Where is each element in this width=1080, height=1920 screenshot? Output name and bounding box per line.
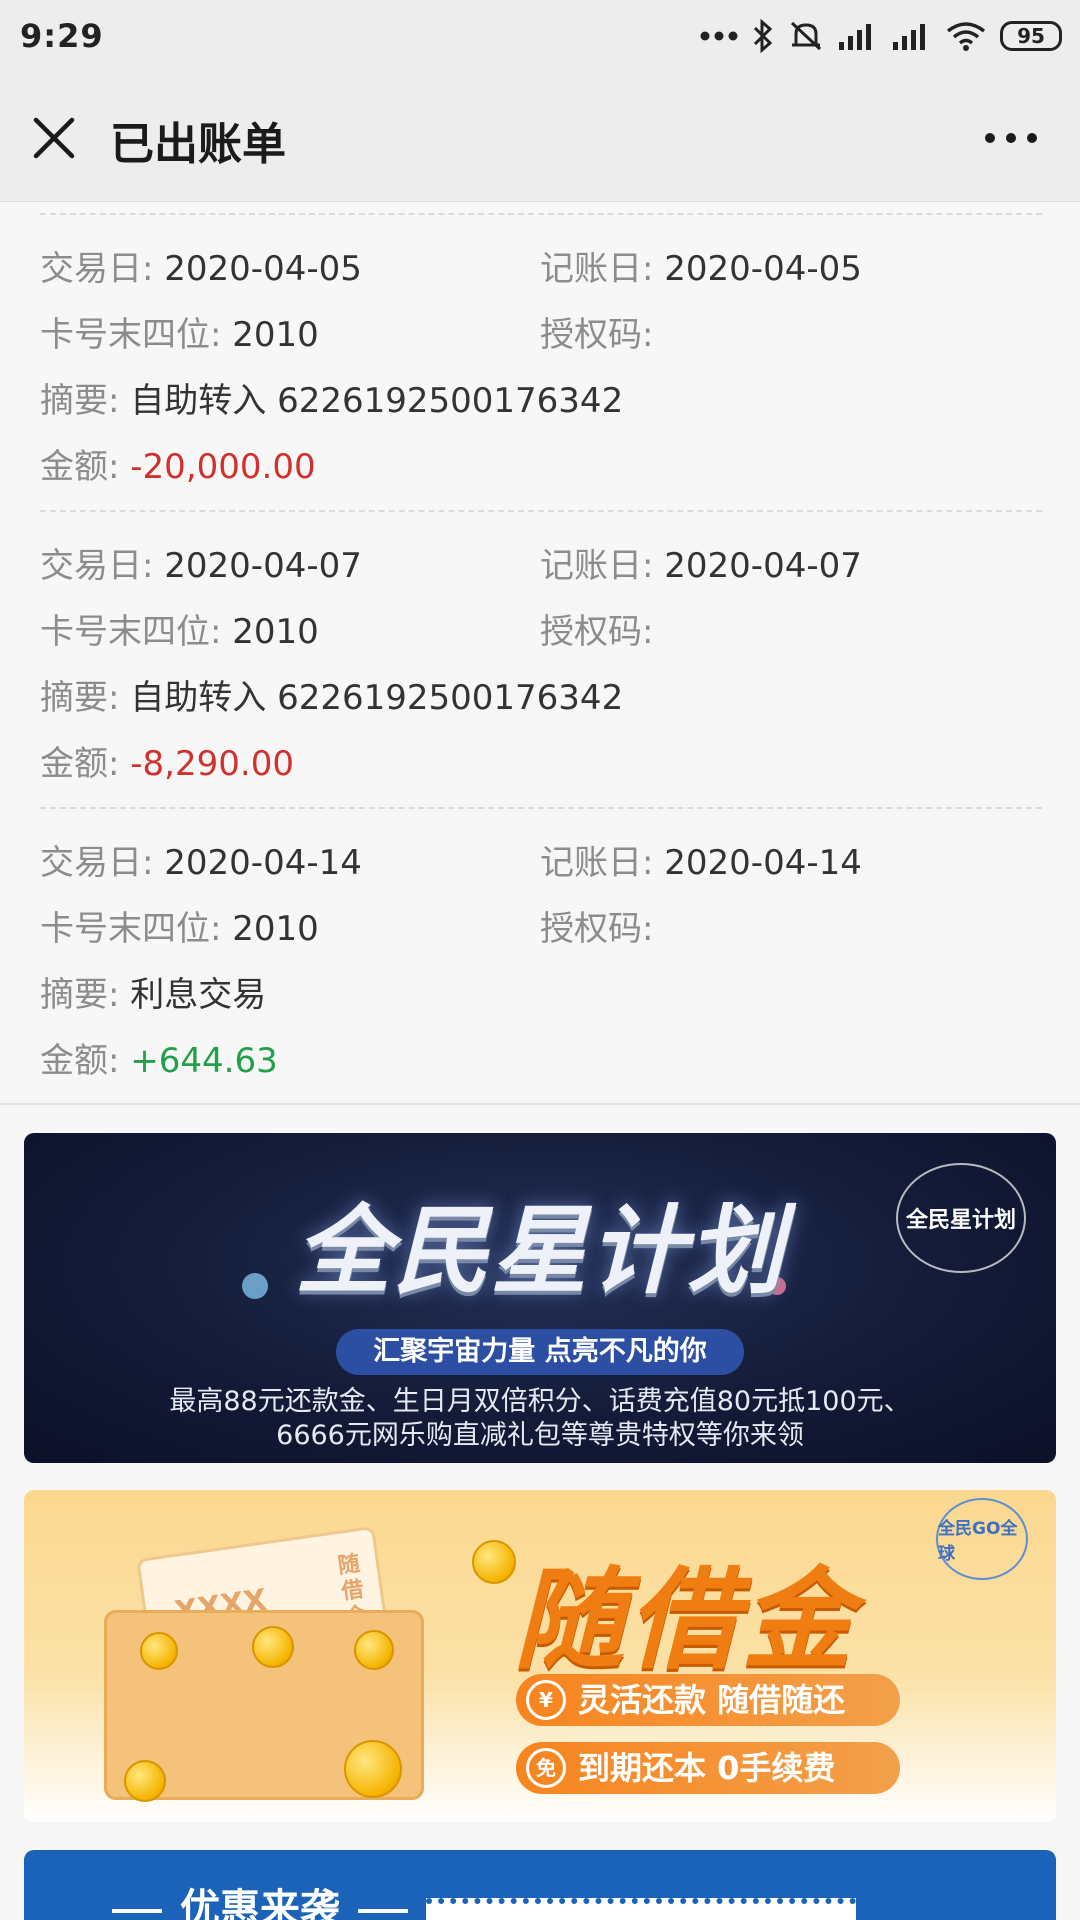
transaction-item: 交易日: 2020-04-07 记账日: 2020-04-07 卡号末四位: 2… bbox=[0, 510, 1080, 807]
card-last4-row: 卡号末四位: 2010 bbox=[40, 612, 319, 652]
card-last4-row: 卡号末四位: 2010 bbox=[40, 909, 319, 949]
card-last4-value: 2010 bbox=[232, 315, 319, 355]
amount-value: -8,290.00 bbox=[130, 744, 294, 784]
coin-decoration bbox=[140, 1632, 178, 1670]
status-bar: 9:29 95 bbox=[0, 0, 1080, 72]
amount-row: 金额: -8,290.00 bbox=[40, 744, 294, 784]
card-last4-value: 2010 bbox=[232, 909, 319, 949]
post-date-label: 记账日: bbox=[540, 249, 654, 289]
auth-code-label: 授权码: bbox=[540, 909, 654, 949]
amount-row: 金额: +644.63 bbox=[40, 1041, 278, 1081]
star-plan-logo: 全民星计划 bbox=[896, 1163, 1026, 1273]
auth-code-row: 授权码: bbox=[540, 315, 653, 355]
loan-banner[interactable]: XXXX 元 随借金 随借金 全民GO全球 ¥ 灵活还款 随借随还 免 到期还本… bbox=[24, 1490, 1056, 1822]
promo-title: 优惠来袭 bbox=[94, 1876, 426, 1920]
promo-banner[interactable]: 优惠来袭 bbox=[24, 1850, 1056, 1920]
status-time: 9:29 bbox=[20, 17, 104, 55]
yen-icon: ¥ bbox=[526, 1680, 566, 1720]
post-date-value: 2020-04-14 bbox=[664, 843, 862, 883]
close-icon[interactable] bbox=[30, 114, 78, 162]
amount-value: +644.63 bbox=[130, 1041, 278, 1081]
trade-date-value: 2020-04-05 bbox=[164, 249, 362, 289]
trade-date-label: 交易日: bbox=[40, 843, 154, 883]
star-plan-desc-line2: 6666元网乐购直减礼包等尊贵特权等你来领 bbox=[276, 1420, 804, 1451]
trade-date-label: 交易日: bbox=[40, 546, 154, 586]
card-last4-row: 卡号末四位: 2010 bbox=[40, 315, 319, 355]
post-date-value: 2020-04-05 bbox=[664, 249, 862, 289]
coin-decoration bbox=[354, 1630, 394, 1670]
amount-value: -20,000.00 bbox=[130, 447, 316, 487]
amount-label: 金额: bbox=[40, 744, 120, 784]
dots-icon bbox=[700, 31, 738, 41]
transaction-item: 交易日: 2020-04-05 记账日: 2020-04-05 卡号末四位: 2… bbox=[0, 213, 1080, 510]
bluetooth-icon bbox=[753, 19, 773, 53]
summary-value: 自助转入 6226192500176342 bbox=[130, 678, 624, 718]
title-bar: 已出账单 bbox=[0, 72, 1080, 202]
loan-feature-2-text: 到期还本 0手续费 bbox=[578, 1749, 836, 1787]
coin-decoration bbox=[472, 1540, 516, 1584]
trade-date-row: 交易日: 2020-04-07 bbox=[40, 546, 362, 586]
trade-date-value: 2020-04-14 bbox=[164, 843, 362, 883]
signal-icon bbox=[839, 24, 871, 50]
star-plan-banner[interactable]: 全民星计划 全民星计划 汇聚宇宙力量 点亮不凡的你 最高88元还款金、生日月双倍… bbox=[24, 1133, 1056, 1463]
star-plan-desc-line1: 最高88元还款金、生日月双倍积分、话费充值80元抵100元、 bbox=[169, 1386, 911, 1417]
post-date-label: 记账日: bbox=[540, 843, 654, 883]
summary-label: 摘要: bbox=[40, 975, 120, 1015]
ticket-illustration bbox=[426, 1898, 856, 1920]
auth-code-label: 授权码: bbox=[540, 315, 654, 355]
amount-row: 金额: -20,000.00 bbox=[40, 447, 316, 487]
card-last4-label: 卡号末四位: bbox=[40, 612, 222, 652]
star-plan-description: 最高88元还款金、生日月双倍积分、话费充值80元抵100元、 6666元网乐购直… bbox=[24, 1385, 1056, 1453]
loan-feature-1-text: 灵活还款 随借随还 bbox=[578, 1681, 846, 1719]
transaction-item: 交易日: 2020-04-14 记账日: 2020-04-14 卡号末四位: 2… bbox=[0, 807, 1080, 1104]
loan-feature-2: 免 到期还本 0手续费 bbox=[516, 1742, 900, 1794]
card-last4-label: 卡号末四位: bbox=[40, 315, 222, 355]
wifi-icon bbox=[946, 22, 986, 51]
trade-date-value: 2020-04-07 bbox=[164, 546, 362, 586]
post-date-row: 记账日: 2020-04-07 bbox=[540, 546, 862, 586]
trade-date-label: 交易日: bbox=[40, 249, 154, 289]
post-date-row: 记账日: 2020-04-14 bbox=[540, 843, 862, 883]
more-icon[interactable] bbox=[982, 124, 1040, 152]
coin-decoration bbox=[344, 1740, 402, 1798]
auth-code-row: 授权码: bbox=[540, 612, 653, 652]
post-date-value: 2020-04-07 bbox=[664, 546, 862, 586]
summary-row: 摘要: 利息交易 bbox=[40, 975, 266, 1015]
summary-row: 摘要: 自助转入 6226192500176342 bbox=[40, 678, 623, 718]
summary-value: 利息交易 bbox=[130, 975, 267, 1015]
loan-logo: 全民GO全球 bbox=[936, 1498, 1028, 1580]
summary-label: 摘要: bbox=[40, 678, 120, 718]
post-date-label: 记账日: bbox=[540, 546, 654, 586]
auth-code-row: 授权码: bbox=[540, 909, 653, 949]
post-date-row: 记账日: 2020-04-05 bbox=[540, 249, 862, 289]
coin-decoration bbox=[252, 1626, 294, 1668]
loan-feature-1: ¥ 灵活还款 随借随还 bbox=[516, 1674, 900, 1726]
card-last4-value: 2010 bbox=[232, 612, 319, 652]
card-last4-label: 卡号末四位: bbox=[40, 909, 222, 949]
mute-icon bbox=[790, 21, 822, 51]
summary-value: 自助转入 6226192500176342 bbox=[130, 381, 624, 421]
trade-date-row: 交易日: 2020-04-14 bbox=[40, 843, 362, 883]
summary-label: 摘要: bbox=[40, 381, 120, 421]
coin-decoration bbox=[124, 1760, 166, 1802]
signal-icon bbox=[893, 24, 925, 50]
loan-title: 随借金 bbox=[514, 1556, 856, 1684]
amount-label: 金额: bbox=[40, 1041, 120, 1081]
star-plan-slogan: 汇聚宇宙力量 点亮不凡的你 bbox=[336, 1329, 744, 1375]
transaction-list: 交易日: 2020-04-05 记账日: 2020-04-05 卡号末四位: 2… bbox=[0, 203, 1080, 1105]
battery-icon: 95 bbox=[1000, 21, 1062, 51]
summary-row: 摘要: 自助转入 6226192500176342 bbox=[40, 381, 623, 421]
status-icons: 95 bbox=[700, 19, 1062, 53]
amount-label: 金额: bbox=[40, 447, 120, 487]
page-title: 已出账单 bbox=[110, 119, 286, 170]
auth-code-label: 授权码: bbox=[540, 612, 654, 652]
trade-date-row: 交易日: 2020-04-05 bbox=[40, 249, 362, 289]
free-icon: 免 bbox=[526, 1748, 566, 1788]
